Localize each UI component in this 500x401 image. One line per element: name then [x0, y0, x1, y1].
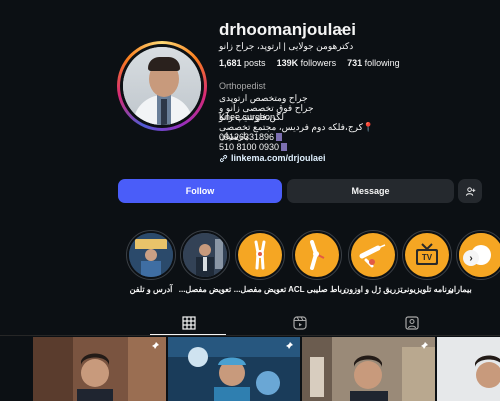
avatar[interactable]: [120, 44, 204, 128]
full-name: دکترهومن جولایی | ارتوپد، جراح زانو: [219, 41, 354, 51]
pin-icon: [420, 342, 428, 350]
link-icon: [219, 154, 228, 162]
post-thumbnail[interactable]: [168, 337, 300, 401]
more-options-icon[interactable]: ···: [334, 22, 350, 37]
stat-followers[interactable]: 139K followers: [277, 58, 337, 68]
post-thumbnail[interactable]: [302, 337, 435, 401]
bio-phone: 510 8100 0930: [219, 143, 288, 152]
svg-text:TV: TV: [422, 253, 433, 262]
tabs-divider: [0, 335, 500, 336]
message-button[interactable]: Message: [287, 179, 454, 203]
profile-category: Orthopedist: [219, 81, 266, 91]
highlight-item[interactable]: رباط صلیبی ACL: [288, 230, 346, 294]
bio-link[interactable]: linkema.com/drjoulaei: [219, 153, 326, 163]
profile-stats: 1,681 posts 139K followers 731 following: [219, 58, 400, 68]
suggested-accounts-button[interactable]: [458, 179, 482, 203]
post-thumbnail[interactable]: [33, 337, 166, 401]
active-tab-indicator: [150, 334, 226, 335]
tagged-icon[interactable]: [405, 316, 419, 330]
post-thumbnail[interactable]: [437, 337, 500, 401]
stat-posts[interactable]: 1,681 posts: [219, 58, 266, 68]
add-person-icon: [465, 186, 475, 196]
tv-icon: TV: [416, 243, 438, 265]
reels-icon[interactable]: [293, 316, 307, 330]
highlight-item[interactable]: تزریق ژل و اوزون: [343, 230, 403, 294]
bio-line: Knee surgeon: [219, 112, 276, 122]
knee-icon: [254, 240, 266, 270]
highlight-label: بیماران: [448, 285, 472, 294]
grid-icon[interactable]: [182, 316, 196, 330]
highlight-item[interactable]: آدرس و تلفن: [126, 230, 180, 294]
bio-link-text[interactable]: linkema.com/drjoulaei: [231, 153, 326, 163]
bio-line: جراح ومتخصص ارتوپدی: [219, 93, 308, 103]
photo-icon: [129, 233, 173, 277]
knee-icon: [310, 240, 325, 270]
highlight-item[interactable]: TV برنامه تلویزیونی: [400, 230, 456, 294]
photo-icon: [183, 233, 227, 277]
follow-button[interactable]: Follow: [118, 179, 282, 203]
stat-following[interactable]: 731 following: [347, 58, 400, 68]
highlights-next-button[interactable]: ›: [463, 250, 479, 266]
highlight-item[interactable]: تعویض مفصل...: [179, 230, 234, 294]
bio-phone: 09126331896: [219, 133, 283, 142]
pin-icon: [151, 342, 159, 350]
highlight-item[interactable]: تعویض مفصل...: [234, 230, 289, 294]
syringe-icon: [359, 244, 386, 268]
pin-icon: [285, 342, 293, 350]
